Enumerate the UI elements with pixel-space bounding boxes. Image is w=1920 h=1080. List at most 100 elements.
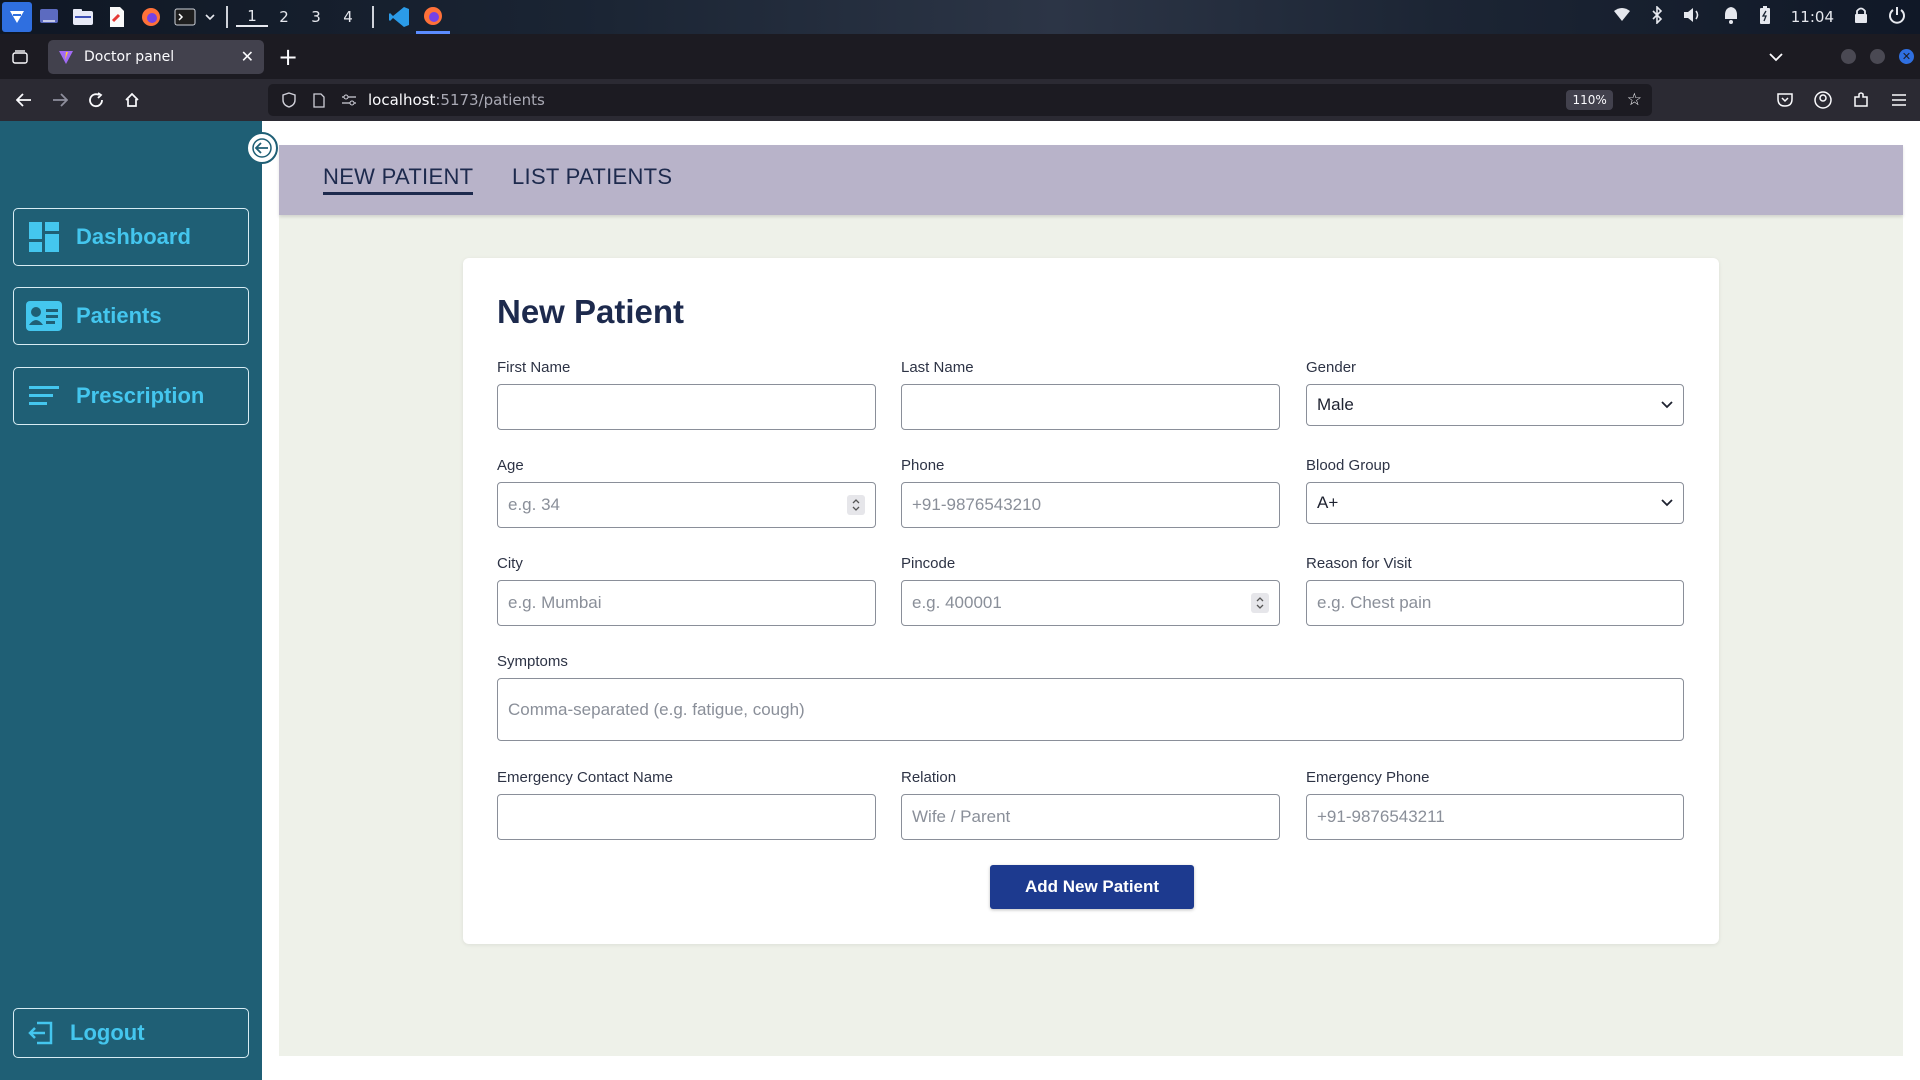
taskbar-separator — [226, 6, 228, 28]
terminal-icon[interactable] — [168, 0, 202, 34]
zoom-level[interactable]: 110% — [1566, 90, 1613, 110]
age-placeholder: e.g. 34 — [508, 495, 560, 514]
close-window-button[interactable]: ✕ — [1899, 49, 1914, 64]
volume-icon[interactable] — [1683, 7, 1703, 27]
shield-icon[interactable] — [278, 89, 300, 111]
lock-icon[interactable] — [1854, 6, 1868, 28]
last-name-label: Last Name — [901, 359, 974, 376]
new-tab-button[interactable]: + — [270, 39, 306, 75]
emergency-name-field[interactable] — [497, 794, 876, 840]
relation-placeholder: Wife / Parent — [912, 807, 1011, 826]
permissions-icon[interactable] — [338, 89, 360, 111]
sidebar-item-label: Dashboard — [76, 224, 191, 249]
chevron-down-icon — [1661, 401, 1673, 409]
arrow-left-icon — [252, 138, 272, 158]
form-title: New Patient — [497, 293, 685, 330]
phone-label: Phone — [901, 457, 945, 474]
chevron-down-icon — [1661, 499, 1673, 507]
sidebar-item-patients[interactable]: Patients — [13, 287, 249, 345]
blood-group-label: Blood Group — [1306, 457, 1391, 474]
home-button[interactable] — [114, 82, 150, 118]
top-nav: NEW PATIENT LIST PATIENTS — [279, 145, 1903, 215]
collapse-sidebar-button[interactable] — [246, 132, 278, 164]
chevron-down-icon[interactable] — [202, 0, 218, 34]
desktop-icon[interactable] — [32, 0, 66, 34]
tab-title: Doctor panel — [84, 48, 175, 65]
vite-favicon-icon — [59, 50, 73, 64]
age-field[interactable]: e.g. 34 — [497, 482, 876, 528]
city-placeholder: e.g. Mumbai — [508, 593, 602, 612]
taskbar-separator — [372, 6, 374, 28]
logout-label: Logout — [70, 1020, 145, 1045]
tab-list-patients[interactable]: LIST PATIENTS — [512, 164, 672, 190]
phone-field[interactable]: +91-9876543210 — [901, 482, 1280, 528]
blood-group-value: A+ — [1317, 493, 1339, 512]
bookmark-star-icon[interactable]: ☆ — [1627, 90, 1642, 110]
reload-button[interactable] — [78, 82, 114, 118]
first-name-label: First Name — [497, 359, 571, 376]
vscode-icon[interactable] — [382, 0, 416, 34]
power-icon[interactable] — [1888, 6, 1906, 28]
list-icon — [26, 379, 62, 413]
battery-icon[interactable] — [1759, 5, 1771, 29]
phone-placeholder: +91-9876543210 — [912, 495, 1042, 514]
menu-hamburger-icon[interactable] — [1888, 89, 1910, 111]
reason-field[interactable]: e.g. Chest pain — [1306, 580, 1684, 626]
city-field[interactable]: e.g. Mumbai — [497, 580, 876, 626]
add-new-patient-button[interactable]: Add New Patient — [990, 865, 1194, 909]
file-manager-icon[interactable] — [66, 0, 100, 34]
pincode-label: Pincode — [901, 555, 956, 572]
list-all-tabs-icon[interactable] — [1769, 47, 1783, 66]
logout-icon — [26, 1018, 56, 1048]
url-host: localhost — [368, 91, 436, 109]
number-stepper-icon[interactable] — [847, 495, 865, 515]
close-tab-icon[interactable]: ✕ — [241, 47, 254, 66]
sidebar-item-prescription[interactable]: Prescription — [13, 367, 249, 425]
extensions-icon[interactable] — [1850, 89, 1872, 111]
sidebar-item-dashboard[interactable]: Dashboard — [13, 208, 249, 266]
firefox-icon[interactable] — [134, 0, 168, 34]
gender-value: Male — [1317, 395, 1354, 414]
workspace-1[interactable]: 1 — [236, 7, 268, 27]
back-button[interactable] — [6, 82, 42, 118]
reason-label: Reason for Visit — [1306, 555, 1412, 572]
emergency-phone-label: Emergency Phone — [1306, 769, 1430, 786]
sidebar: Dashboard Patients Prescription Logout — [0, 121, 262, 1080]
notification-bell-icon[interactable] — [1723, 6, 1739, 28]
forward-button[interactable] — [42, 82, 78, 118]
workspace-3[interactable]: 3 — [300, 8, 332, 26]
pocket-icon[interactable] — [1774, 89, 1796, 111]
pincode-field[interactable]: e.g. 400001 — [901, 580, 1280, 626]
address-bar[interactable]: localhost:5173/patients 110% ☆ — [268, 84, 1652, 116]
sidebar-item-label: Prescription — [76, 383, 205, 408]
gender-label: Gender — [1306, 359, 1357, 376]
symptoms-textarea[interactable]: Comma-separated (e.g. fatigue, cough) — [497, 678, 1684, 741]
firefox-window-icon[interactable] — [416, 0, 450, 34]
gender-select[interactable]: Male — [1306, 384, 1684, 426]
page-info-icon[interactable] — [308, 89, 330, 111]
app-launcher-icon[interactable] — [2, 2, 32, 32]
tab-overview-icon[interactable] — [0, 37, 40, 77]
relation-field[interactable]: Wife / Parent — [901, 794, 1280, 840]
tab-new-patient[interactable]: NEW PATIENT — [323, 164, 474, 195]
last-name-field[interactable] — [901, 384, 1280, 430]
browser-tab-doctor-panel[interactable]: Doctor panel ✕ — [48, 39, 264, 74]
web-page: Dashboard Patients Prescription Logout N… — [0, 121, 1920, 1080]
workspace-2[interactable]: 2 — [268, 8, 300, 26]
logout-button[interactable]: Logout — [13, 1008, 249, 1058]
wifi-icon[interactable] — [1613, 8, 1631, 26]
document-viewer-icon[interactable] — [100, 0, 134, 34]
relation-label: Relation — [901, 769, 957, 786]
system-tray: 11:04 — [1613, 5, 1920, 29]
first-name-field[interactable] — [497, 384, 876, 430]
clock[interactable]: 11:04 — [1791, 8, 1834, 26]
minimize-window-button[interactable] — [1841, 49, 1856, 64]
bluetooth-icon[interactable] — [1651, 5, 1663, 28]
emergency-phone-field[interactable]: +91-9876543211 — [1306, 794, 1684, 840]
age-label: Age — [497, 457, 524, 474]
maximize-window-button[interactable] — [1870, 49, 1885, 64]
account-icon[interactable] — [1812, 89, 1834, 111]
number-stepper-icon[interactable] — [1251, 593, 1269, 613]
workspace-4[interactable]: 4 — [332, 8, 364, 26]
blood-group-select[interactable]: A+ — [1306, 482, 1684, 524]
